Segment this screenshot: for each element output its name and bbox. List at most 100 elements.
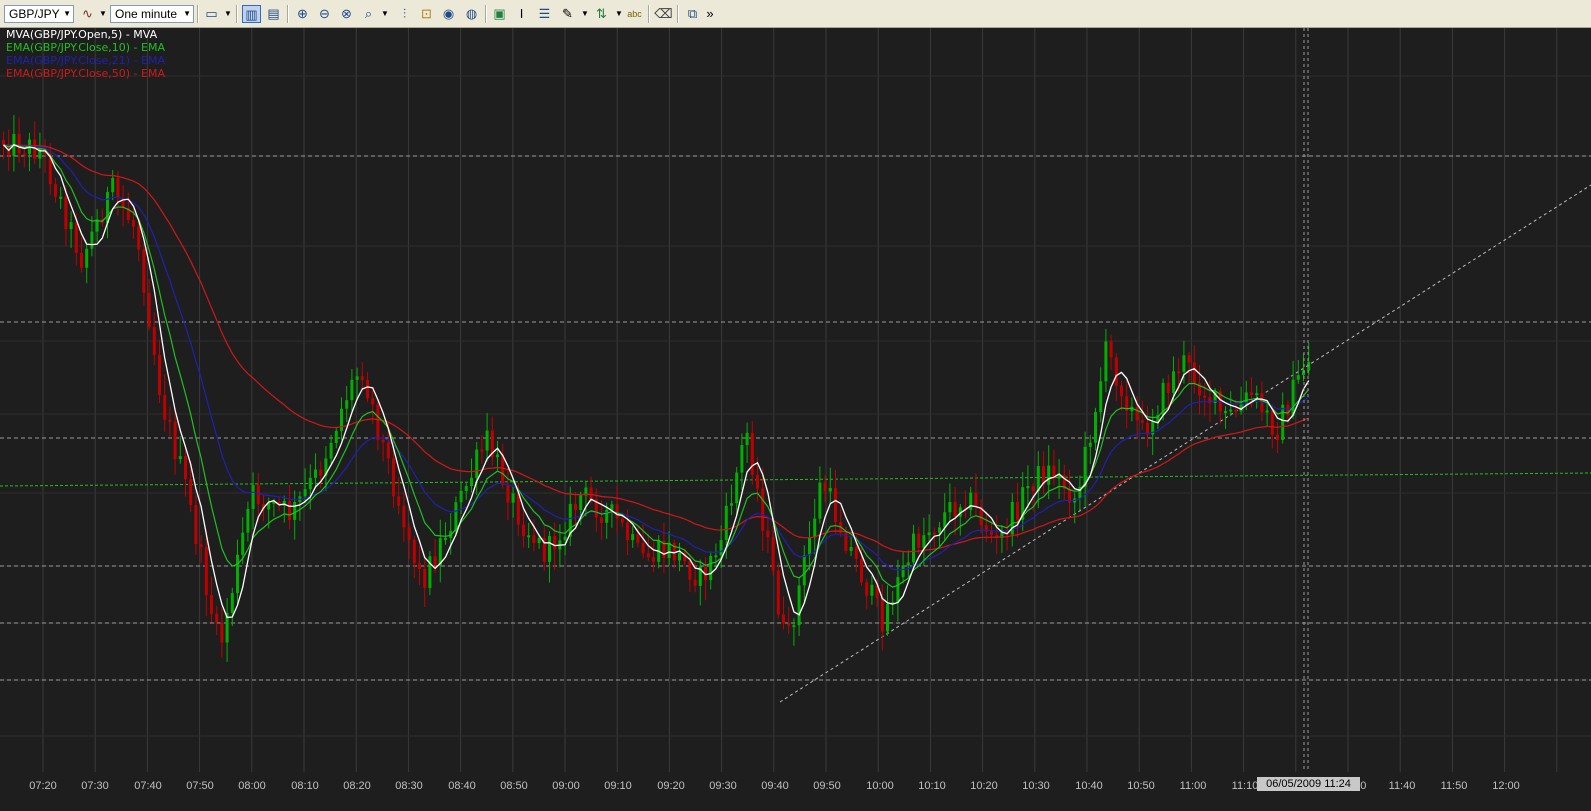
candle-body [340, 408, 343, 431]
candle-body [428, 556, 432, 589]
chevron-down-icon[interactable]: ▼ [223, 5, 233, 23]
candle-body [693, 579, 697, 586]
candle-body [246, 508, 250, 533]
zoom-range-icon[interactable]: ⌕ [359, 5, 378, 23]
candle-body [1135, 406, 1139, 421]
text-cursor-icon[interactable]: I [512, 5, 531, 23]
candle-body [1286, 404, 1290, 416]
candle-body [360, 376, 364, 381]
fib-icon[interactable]: ⫶ [395, 5, 414, 23]
candle-body [496, 454, 499, 458]
candle-body [823, 482, 827, 492]
x-tick-label: 10:20 [970, 780, 998, 792]
candle-body [709, 556, 713, 580]
candle-body [943, 512, 947, 528]
zoom-in-icon[interactable]: ⊕ [293, 5, 312, 23]
legend-entry[interactable]: EMA(GBP/JPY.Close,21) - EMA [6, 55, 165, 67]
candle-body [828, 487, 832, 492]
chart-type-icon[interactable]: ▭ [202, 5, 221, 23]
candle-body [319, 469, 323, 476]
candle-body [818, 482, 822, 519]
candle-body [527, 535, 531, 538]
candle-body [932, 532, 936, 535]
candle-body [80, 252, 83, 268]
candle-body [719, 540, 723, 556]
candle-body [111, 178, 115, 193]
candle-body [386, 442, 390, 459]
candle-body [444, 537, 447, 540]
symbol-value: GBP/JPY [9, 7, 60, 21]
candle-body [600, 517, 603, 523]
candle-body [1016, 501, 1019, 520]
arrows-icon[interactable]: ⇅ [592, 5, 611, 23]
x-tick-label: 12:00 [1492, 780, 1520, 792]
chevron-down-icon[interactable]: ▼ [580, 5, 590, 23]
symbol-select[interactable]: GBP/JPY ▼ [4, 5, 74, 23]
indicator-icon[interactable]: ∿ [78, 5, 97, 23]
candle-body [906, 562, 910, 566]
candle-body [1255, 393, 1259, 396]
eye-icon[interactable]: ◉ [439, 5, 458, 23]
candle-body [381, 439, 385, 443]
candle-body [475, 449, 479, 478]
candle-body [147, 293, 151, 328]
candle-body [1234, 409, 1238, 412]
candle-body [610, 504, 614, 510]
x-tick-label: 08:10 [291, 780, 319, 792]
chevron-down-icon: ▼ [63, 9, 71, 18]
chart-grid [0, 28, 1591, 772]
candle-body [537, 537, 541, 543]
candle-body [735, 472, 739, 504]
x-tick-label: 11:00 [1180, 780, 1207, 792]
window-icon[interactable]: ⧉ [683, 5, 702, 23]
candle-body [1296, 375, 1300, 380]
legend-entry[interactable]: MVA(GBP/JPY.Open,5) - MVA [6, 29, 157, 41]
candle-body [1182, 355, 1186, 372]
bar-icon[interactable]: ▤ [264, 5, 283, 23]
candle-body [215, 613, 219, 623]
candle-body [230, 593, 234, 613]
eraser-icon[interactable]: ⌫ [654, 5, 673, 23]
candle-body [470, 477, 473, 487]
candle-body [178, 456, 182, 460]
candle-body [376, 404, 380, 440]
candle-body [808, 537, 811, 556]
candle-body [1094, 411, 1097, 443]
candle-body [620, 518, 624, 523]
zoom-fit-icon[interactable]: ⊗ [337, 5, 356, 23]
chevron-down-icon[interactable]: ▼ [98, 5, 108, 23]
x-tick-label: 07:30 [81, 780, 109, 792]
candle-body [927, 532, 931, 536]
candle-body [392, 458, 395, 497]
lock-icon[interactable]: ⊡ [417, 5, 436, 23]
zoom-out-icon[interactable]: ⊖ [315, 5, 334, 23]
abc-icon[interactable]: abc [625, 5, 644, 23]
legend-entry[interactable]: EMA(GBP/JPY.Close,10) - EMA [6, 42, 165, 54]
legend-entry[interactable]: EMA(GBP/JPY.Close,50) - EMA [6, 68, 165, 80]
candle-body [990, 531, 993, 535]
grid-icon[interactable]: ☰ [535, 5, 554, 23]
toolbar-separator [236, 5, 237, 23]
candle-body [220, 622, 224, 643]
chevron-down-icon[interactable]: ▼ [614, 5, 624, 23]
globe-icon[interactable]: ◍ [462, 5, 481, 23]
chevron-down-icon[interactable]: ▼ [380, 5, 390, 23]
candle-body [714, 555, 718, 558]
pen-icon[interactable]: ✎ [558, 5, 577, 23]
candle-body [740, 445, 744, 473]
timeframe-select[interactable]: One minute ▼ [110, 5, 194, 23]
candle-body [802, 555, 806, 586]
candle-icon[interactable]: ▥ [242, 5, 261, 23]
candle-body [1172, 371, 1175, 393]
candle-body [168, 419, 172, 422]
toolbar-overflow[interactable]: » [704, 5, 716, 23]
candle-body [579, 495, 583, 510]
candle-body [256, 485, 260, 505]
candle-body [69, 222, 73, 230]
price-chart[interactable]: 07:20 07:30 07:40 07:50 08:00 08:10 08:20 08:30… [0, 28, 1591, 811]
candle-body [641, 542, 645, 554]
candle-body [308, 477, 312, 490]
candle-body [776, 570, 780, 615]
trendline [779, 184, 1591, 703]
image-icon[interactable]: ▣ [490, 5, 509, 23]
